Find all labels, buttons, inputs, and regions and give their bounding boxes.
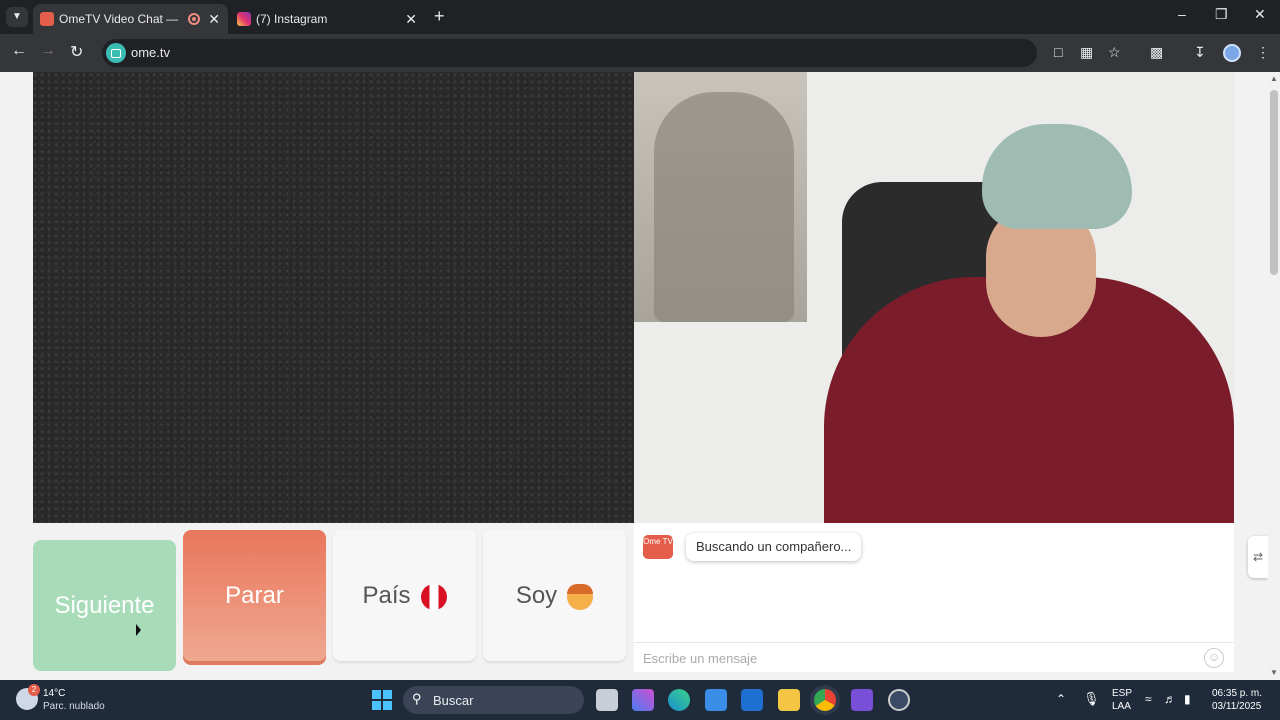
forward-icon[interactable]: → [40,42,56,60]
search-icon: ⚲ [412,691,422,706]
profile-avatar[interactable] [1223,44,1241,62]
window-close-icon[interactable]: ✕ [1254,6,1266,23]
close-tab-icon[interactable]: ✕ [405,4,417,34]
wall-poster [634,72,807,322]
status-message: Buscando un compañero... [686,533,862,561]
stranger-video-static [33,72,634,523]
volume-icon[interactable]: ♬ [1164,692,1176,706]
tab-ometv[interactable]: OmeTV Video Chat — Ome ✕ [33,4,228,34]
instagram-favicon-icon [237,12,251,26]
stop-button[interactable]: Parar [183,530,326,661]
download-icon[interactable]: ↧ [1194,44,1206,61]
boy-emoji-icon [567,583,594,610]
translate-icon[interactable]: ▦ [1080,44,1093,61]
extensions-icon[interactable]: ▩ [1150,44,1163,61]
app-icon[interactable] [888,689,910,711]
tab-search-menu-icon[interactable]: ▼ [6,7,28,27]
chrome-icon[interactable] [814,689,836,711]
scroll-up-icon[interactable]: ▲ [1270,74,1278,83]
url-text: ome.tv [131,45,171,60]
new-tab-icon[interactable]: + [434,6,445,27]
browser-menu-icon[interactable]: ⋮ [1256,44,1270,61]
task-view-icon[interactable] [596,689,618,711]
language-code[interactable]: ESP [1112,688,1132,699]
maximize-icon[interactable]: ❐ [1215,6,1228,23]
clipchamp-icon[interactable] [851,689,873,711]
person-cap [982,124,1132,229]
outlook-icon[interactable] [741,689,763,711]
scroll-thumb[interactable] [1270,90,1278,275]
copilot-icon[interactable] [632,689,654,711]
windows-taskbar: 2 14°C Parc. nublado ⚲ Buscar ⌃ 🎙 ESP LA… [0,680,1280,720]
tray-overflow-icon[interactable]: ⌃ [1056,692,1066,706]
battery-icon[interactable]: ▮ [1184,692,1191,706]
recording-icon [188,13,200,25]
next-button[interactable]: Siguiente [33,540,176,671]
page-scrollbar[interactable]: ▲ ▼ [1268,72,1280,680]
scroll-down-icon[interactable]: ▼ [1270,668,1278,677]
clock-date[interactable]: 03/11/2025 [1212,701,1261,712]
browser-toolbar: ← → ↻ ome.tv □ ▦ ☆ ▩ ↧ ⋮ [0,34,1280,72]
ometv-favicon-icon [40,12,54,26]
gender-button[interactable]: Soy [483,530,626,661]
message-input[interactable] [643,649,1183,667]
microphone-icon[interactable]: 🎙 [1083,691,1100,707]
tab-title: (7) Instagram [256,12,328,26]
ometv-page: Siguiente Parar País Soy Ome TV Buscando… [0,72,1268,680]
site-info-icon[interactable] [106,43,126,63]
side-panel-toggle[interactable]: ⇄ [1248,536,1268,578]
country-button[interactable]: País [333,530,476,661]
search-label: Buscar [433,693,474,708]
wifi-icon[interactable]: ≈ [1145,692,1152,706]
weather-badge: 2 [28,684,40,696]
taskbar-search[interactable]: ⚲ Buscar [403,686,584,714]
address-bar[interactable]: ome.tv [102,39,1037,67]
tab-instagram[interactable]: (7) Instagram ✕ [230,4,425,34]
bookmark-star-icon[interactable]: ☆ [1108,44,1121,61]
edge-icon[interactable] [668,689,690,711]
reload-icon[interactable]: ↻ [70,42,83,62]
chat-panel: Ome TV Buscando un compañero... ☺ [634,523,1234,672]
browser-tab-bar: ▼ OmeTV Video Chat — Ome ✕ (7) Instagram… [0,0,1280,34]
message-input-bar: ☺ [634,642,1234,672]
ometv-logo-icon: Ome TV [643,535,673,559]
minimize-icon[interactable]: – [1178,6,1186,22]
start-icon[interactable] [372,690,392,710]
file-explorer-icon[interactable] [778,689,800,711]
self-camera-video [634,72,1234,523]
keyboard-layout[interactable]: LAA [1112,701,1131,712]
country-label: País [362,582,411,609]
close-tab-icon[interactable]: ✕ [208,4,220,34]
tab-title: OmeTV Video Chat — Ome [59,12,179,26]
weather-condition: Parc. nublado [43,701,105,712]
mouse-cursor-icon [136,624,141,636]
weather-temp: 14°C [43,688,66,699]
install-app-icon[interactable]: □ [1054,44,1062,60]
peru-flag-icon [420,583,447,610]
store-icon[interactable] [705,689,727,711]
clock-time[interactable]: 06:35 p. m. [1212,688,1262,699]
back-icon[interactable]: ← [11,42,27,60]
emoji-picker-icon[interactable]: ☺ [1204,648,1224,668]
gender-label: Soy [515,582,558,609]
